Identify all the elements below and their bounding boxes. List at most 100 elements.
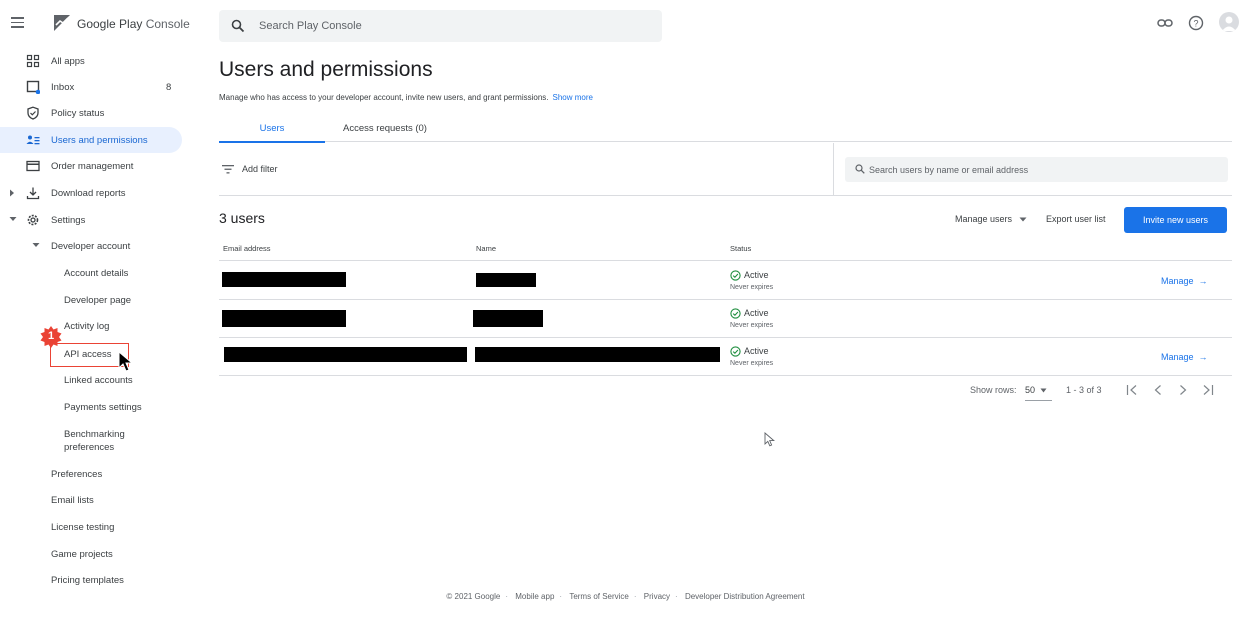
sidebar-item-developer-account[interactable]: Developer account bbox=[0, 233, 182, 259]
sidebar-item-game-projects[interactable]: Game projects bbox=[0, 541, 182, 567]
filter-divider bbox=[833, 143, 834, 196]
footer-link-mobile-app[interactable]: Mobile app bbox=[515, 592, 554, 601]
sidebar-item-users-and-permissions[interactable]: Users and permissions bbox=[0, 127, 182, 153]
first-page-icon[interactable] bbox=[1126, 384, 1138, 396]
sidebar-item-label: Order management bbox=[51, 161, 134, 172]
sidebar-item-benchmarking-preferences[interactable]: Benchmarking preferences bbox=[0, 422, 182, 458]
console-search-bar[interactable] bbox=[219, 10, 662, 42]
dropdown-arrow-icon bbox=[1040, 388, 1047, 393]
sidebar-item-email-lists[interactable]: Email lists bbox=[0, 487, 182, 513]
sidebar-item-label: License testing bbox=[51, 522, 115, 533]
table-row[interactable]: Active Never expires Manage → bbox=[219, 338, 1232, 376]
link-icon[interactable] bbox=[1157, 16, 1173, 30]
copyright-text: © 2021 Google bbox=[446, 592, 501, 601]
redacted-email bbox=[224, 347, 467, 362]
manage-users-dropdown[interactable]: Manage users bbox=[955, 214, 1027, 224]
sidebar-item-download-reports[interactable]: Download reports bbox=[0, 180, 182, 206]
footer-link-terms[interactable]: Terms of Service bbox=[569, 592, 629, 601]
sidebar-item-inbox[interactable]: Inbox 8 bbox=[0, 74, 182, 100]
account-avatar[interactable] bbox=[1219, 12, 1239, 32]
sidebar-item-label: Email lists bbox=[51, 495, 94, 506]
invite-new-users-button[interactable]: Invite new users bbox=[1124, 207, 1227, 233]
separator-dot: · bbox=[675, 592, 678, 601]
expiry-label: Never expires bbox=[730, 322, 774, 329]
column-header-status[interactable]: Status bbox=[730, 244, 751, 253]
footer-link-privacy[interactable]: Privacy bbox=[644, 592, 670, 601]
user-search-bar[interactable] bbox=[845, 157, 1228, 182]
next-page-icon[interactable] bbox=[1177, 384, 1189, 396]
sidebar-item-preferences[interactable]: Preferences bbox=[0, 461, 182, 487]
sidebar-item-label: Policy status bbox=[51, 108, 105, 119]
sidebar-item-payments-settings[interactable]: Payments settings bbox=[0, 394, 182, 420]
sidebar-item-developer-page[interactable]: Developer page bbox=[0, 287, 182, 313]
rows-per-page-select[interactable]: 50 bbox=[1025, 383, 1052, 401]
redacted-name bbox=[476, 273, 536, 287]
table-header: Email address Name Status bbox=[219, 238, 1232, 261]
sidebar-item-label: All apps bbox=[51, 56, 85, 67]
mouse-cursor-icon bbox=[118, 351, 134, 372]
sidebar-item-all-apps[interactable]: All apps bbox=[0, 48, 182, 74]
play-console-logo[interactable] bbox=[52, 13, 72, 33]
sidebar-item-activity-log[interactable]: Activity log bbox=[0, 313, 182, 339]
add-filter-button[interactable]: Add filter bbox=[242, 164, 278, 174]
filter-bar: Add filter bbox=[219, 143, 1232, 196]
sidebar-item-label: Inbox bbox=[51, 82, 75, 93]
expand-arrow-icon[interactable] bbox=[9, 189, 15, 197]
separator-dot: · bbox=[633, 592, 637, 601]
column-header-email[interactable]: Email address bbox=[223, 244, 271, 253]
tab-access-requests[interactable]: Access requests (0) bbox=[325, 118, 445, 142]
expiry-label: Never expires bbox=[730, 360, 774, 367]
arrow-right-icon: → bbox=[1198, 276, 1208, 286]
benchmarking-label-line1: Benchmarking bbox=[64, 429, 125, 440]
search-icon bbox=[231, 19, 245, 33]
console-search-input[interactable] bbox=[259, 10, 649, 42]
dropdown-arrow-icon bbox=[1019, 217, 1027, 222]
column-header-name[interactable]: Name bbox=[476, 244, 496, 253]
check-circle-icon bbox=[730, 270, 741, 281]
show-more-link[interactable]: Show more bbox=[553, 93, 593, 102]
filter-icon[interactable] bbox=[222, 165, 234, 174]
tab-users[interactable]: Users bbox=[219, 118, 325, 143]
manage-label: Manage bbox=[1161, 352, 1194, 362]
manage-user-link[interactable]: Manage → bbox=[1161, 276, 1208, 286]
sidebar-item-label: Users and permissions bbox=[51, 135, 148, 146]
users-icon bbox=[26, 135, 40, 145]
menu-icon[interactable] bbox=[11, 17, 24, 28]
previous-page-icon[interactable] bbox=[1152, 384, 1164, 396]
sidebar-item-label: Game projects bbox=[51, 549, 113, 560]
person-icon bbox=[1222, 16, 1236, 31]
table-row[interactable]: Active Never expires Manage → bbox=[219, 262, 1232, 300]
collapse-arrow-icon[interactable] bbox=[32, 242, 40, 248]
sidebar-item-settings[interactable]: Settings bbox=[0, 207, 182, 233]
export-user-list-button[interactable]: Export user list bbox=[1046, 214, 1106, 224]
separator-dot: · bbox=[559, 592, 563, 601]
separator-dot: · bbox=[505, 592, 509, 601]
app-title: Google Play Console bbox=[77, 17, 190, 31]
footer-link-distribution-agreement[interactable]: Developer Distribution Agreement bbox=[685, 592, 805, 601]
step-marker-badge: 1 bbox=[40, 326, 62, 348]
sidebar-item-label: Developer account bbox=[51, 241, 131, 252]
redacted-name bbox=[473, 310, 543, 327]
step-number: 1 bbox=[47, 330, 55, 342]
sidebar-item-policy-status[interactable]: Policy status bbox=[0, 100, 182, 126]
status-label: Active bbox=[744, 270, 769, 280]
sidebar-item-label: Activity log bbox=[64, 321, 110, 332]
sidebar-item-label: Linked accounts bbox=[64, 375, 133, 386]
collapse-arrow-icon[interactable] bbox=[9, 216, 17, 222]
user-search-input[interactable] bbox=[869, 157, 1219, 182]
page-description: Manage who has access to your developer … bbox=[219, 93, 593, 102]
help-icon[interactable]: ? bbox=[1188, 15, 1204, 31]
sidebar-item-pricing-templates[interactable]: Pricing templates bbox=[0, 567, 182, 593]
last-page-icon[interactable] bbox=[1202, 384, 1214, 396]
sidebar-item-license-testing[interactable]: License testing bbox=[0, 514, 182, 540]
sidebar-item-linked-accounts[interactable]: Linked accounts bbox=[0, 367, 182, 393]
table-row[interactable]: Active Never expires bbox=[219, 300, 1232, 338]
sidebar-item-label: Account details bbox=[64, 268, 129, 279]
sidebar-item-account-details[interactable]: Account details bbox=[0, 260, 182, 286]
footer: © 2021 Google · Mobile app · Terms of Serv… bbox=[0, 592, 1251, 601]
inbox-count-badge: 8 bbox=[166, 82, 172, 93]
manage-user-link[interactable]: Manage → bbox=[1161, 352, 1208, 362]
status-label: Active bbox=[744, 308, 769, 318]
description-text: Manage who has access to your developer … bbox=[219, 93, 549, 102]
sidebar-item-order-management[interactable]: Order management bbox=[0, 153, 182, 179]
